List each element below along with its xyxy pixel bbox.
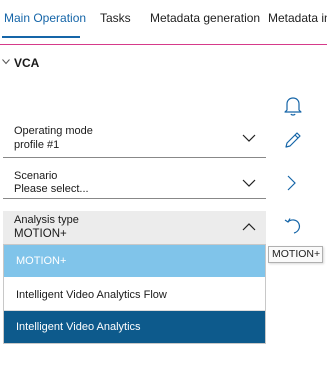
analysis-type-dropdown: MOTION+ Intelligent Video Analytics Flow… (3, 244, 266, 344)
analysis-type-label: Analysis type (14, 214, 79, 226)
operating-mode-select[interactable]: Operating mode profile #1 (3, 118, 266, 158)
chevron-up-icon (242, 223, 256, 231)
scenario-label: Scenario (14, 170, 58, 182)
pencil-icon[interactable] (283, 130, 303, 150)
bell-icon[interactable] (283, 95, 303, 117)
tab-tasks[interactable]: Tasks (100, 11, 131, 25)
operating-mode-value: profile #1 (14, 139, 60, 151)
scenario-value: Please select... (14, 183, 89, 195)
tab-bar: Main Operation Tasks Metadata generation… (0, 0, 327, 42)
analysis-type-select[interactable]: Analysis type MOTION+ (3, 211, 266, 244)
tab-main-operation[interactable]: Main Operation (4, 11, 86, 25)
chevron-down-icon (242, 179, 256, 187)
undo-icon[interactable] (283, 217, 303, 235)
scenario-select[interactable]: Scenario Please select... (3, 162, 266, 199)
section-title: VCA (14, 56, 40, 70)
field-underline (3, 198, 266, 199)
dropdown-option-iva[interactable]: Intelligent Video Analytics (4, 311, 265, 343)
active-tab-indicator (2, 36, 80, 38)
option-label: MOTION+ (16, 255, 67, 267)
collapse-chevron-icon (2, 59, 10, 65)
option-label: Intelligent Video Analytics (16, 321, 141, 333)
field-underline (3, 157, 266, 158)
tab-bar-border (0, 44, 327, 45)
tooltip: MOTION+ (268, 246, 323, 263)
chevron-right-icon[interactable] (286, 174, 298, 192)
chevron-down-icon (242, 134, 256, 142)
tab-metadata-inspection[interactable]: Metadata ins (268, 11, 327, 25)
dropdown-option-motion-plus[interactable]: MOTION+ (4, 245, 265, 277)
analysis-type-value: MOTION+ (14, 228, 67, 240)
tab-metadata-generation[interactable]: Metadata generation (150, 11, 260, 25)
option-label: Intelligent Video Analytics Flow (16, 289, 167, 301)
operating-mode-label: Operating mode (14, 125, 93, 137)
dropdown-option-iva-flow[interactable]: Intelligent Video Analytics Flow (4, 277, 265, 311)
